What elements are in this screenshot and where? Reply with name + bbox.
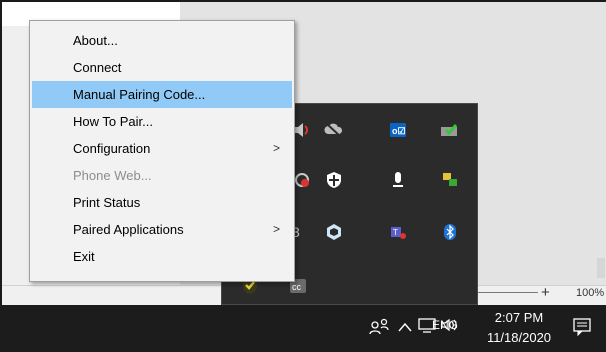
teams-icon[interactable]: T [388,222,408,242]
scrollbar[interactable] [597,258,605,278]
submenu-arrow-icon: > [272,141,280,155]
menu-item-connect[interactable]: Connect [32,54,292,81]
network-check-icon[interactable] [440,120,460,140]
cloud-offline-icon[interactable] [324,120,344,140]
bluetooth-device-icon[interactable]: 3 [292,222,312,242]
language-indicator[interactable]: ENG [432,318,458,332]
security-shield-icon[interactable] [324,170,344,190]
context-menu: About... Connect Manual Pairing Code... … [29,20,295,282]
box-icon[interactable] [324,222,344,242]
submenu-arrow-icon: > [272,222,280,236]
menu-item-exit[interactable]: Exit [32,243,292,270]
menu-item-about[interactable]: About... [32,27,292,54]
menu-item-label: Manual Pairing Code... [73,87,206,102]
network-manager-icon[interactable] [440,170,460,190]
zoom-slider[interactable] [478,292,538,293]
menu-item-manual-pairing-code[interactable]: Manual Pairing Code... [32,81,292,108]
menu-item-configuration[interactable]: Configuration > [32,135,292,162]
menu-item-phone-web: Phone Web... [32,162,292,189]
microphone-icon[interactable] [388,170,408,190]
clock-date[interactable]: 11/18/2020 [484,330,554,345]
menu-item-label: Configuration [73,141,151,156]
svg-text:T: T [393,228,398,237]
menu-item-label: Phone Web... [73,168,152,183]
people-button[interactable] [370,318,390,336]
zoom-in-button[interactable]: + [541,284,550,301]
menu-item-label: About... [73,33,118,48]
chevron-up-icon[interactable] [398,320,412,338]
menu-item-label: Print Status [73,195,141,210]
svg-text:o☑: o☑ [392,126,406,136]
menu-item-label: Exit [73,249,95,264]
sync-error-icon[interactable] [292,170,312,190]
zoom-level[interactable]: 100% [576,287,604,299]
menu-item-paired-applications[interactable]: Paired Applications > [32,216,292,243]
notifications-icon[interactable] [573,318,591,341]
bluetooth-icon[interactable] [440,222,460,242]
clock-time[interactable]: 2:07 PM [484,310,554,325]
speaker-icon[interactable] [292,120,312,140]
menu-item-how-to-pair[interactable]: How To Pair... [32,108,292,135]
menu-item-label: How To Pair... [73,114,153,129]
menu-item-label: Paired Applications [73,222,184,237]
menu-item-print-status[interactable]: Print Status [32,189,292,216]
svg-text:cc: cc [292,282,302,292]
menu-item-label: Connect [73,60,122,75]
outlook-icon[interactable]: o☑ [388,120,408,140]
